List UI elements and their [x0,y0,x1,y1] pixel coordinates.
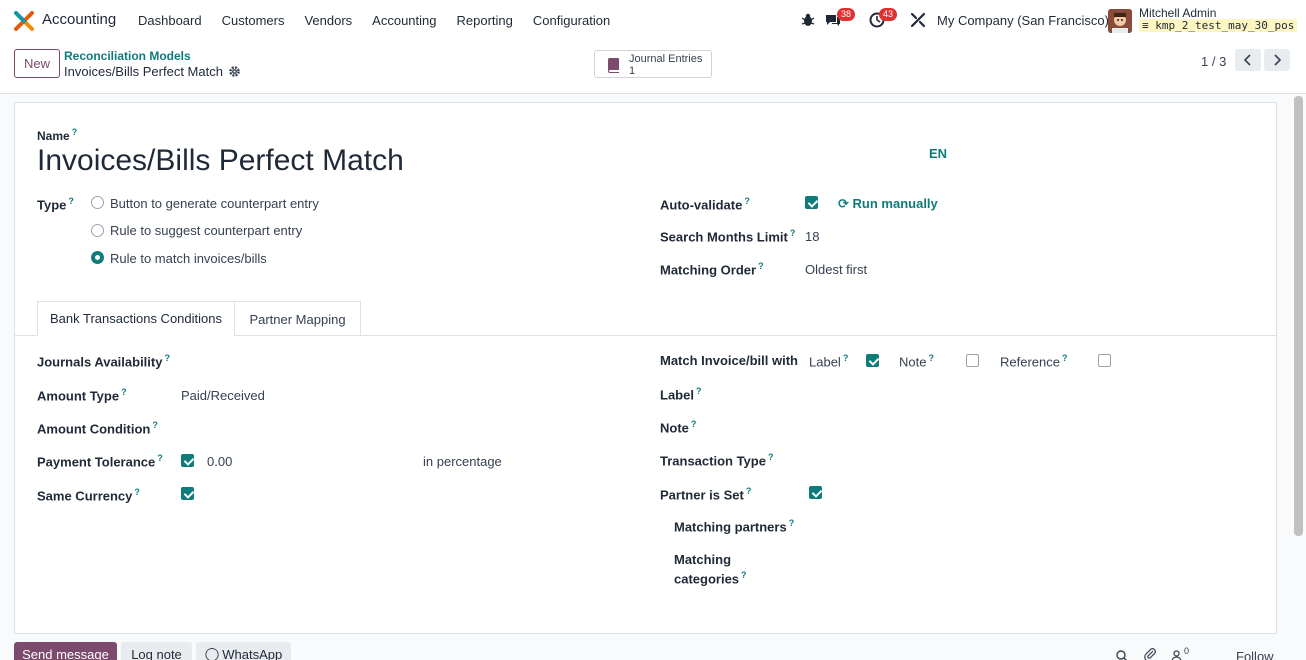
run-manually-button[interactable]: ⟳ Run manually [838,196,938,212]
match-note-option: Note? [899,353,934,370]
pager-value[interactable]: 1 / 3 [1201,54,1226,69]
breadcrumb-parent[interactable]: Reconciliation Models [64,49,191,63]
tools-icon[interactable] [910,12,926,28]
follow-button[interactable]: Follow [1236,649,1274,660]
user-avatar-icon [1108,9,1132,33]
user-name[interactable]: Mitchell Admin [1139,6,1216,20]
match-label-checkbox[interactable] [866,354,879,367]
matching-categories-label-line1: Matching [674,552,732,567]
match-reference-checkbox[interactable] [1098,354,1111,367]
type-radio-match[interactable] [91,251,104,264]
match-label-option: Label? [809,353,849,370]
smart-button-count: 1 [629,65,636,77]
book-icon [607,58,619,73]
gear-icon[interactable] [228,65,241,78]
menu-item-customers[interactable]: Customers [222,13,285,28]
database-label: kmp_2_test_may_30_pos [1155,19,1295,32]
bug-icon[interactable] [800,12,816,28]
run-manually-label: Run manually [852,196,938,211]
form-sheet [14,102,1277,634]
payment-tolerance-checkbox[interactable] [181,454,194,467]
matching-order-label: Matching Order? [660,261,764,278]
match-reference-option: Reference? [1000,353,1068,370]
partner-is-set-label: Partner is Set? [660,486,752,503]
database-name: ≡ kmp_2_test_may_30_pos [1139,19,1298,32]
payment-tolerance-input[interactable]: 0.00 [207,454,232,469]
accounting-app-icon[interactable] [14,11,34,31]
pager-next-button[interactable] [1264,49,1290,71]
whatsapp-label: WhatsApp [222,646,283,660]
whatsapp-button[interactable]: ◯ WhatsApp [196,642,291,660]
type-option-generate[interactable]: Button to generate counterpart entry [110,196,319,211]
search-icon[interactable] [1116,650,1128,660]
matching-order-select[interactable]: Oldest first [805,262,867,277]
paperclip-icon[interactable] [1144,648,1157,660]
amount-type-label: Amount Type? [37,387,127,404]
note-condition-label: Note? [660,419,697,436]
partner-is-set-checkbox[interactable] [809,486,822,499]
menu-item-accounting[interactable]: Accounting [372,13,436,28]
auto-validate-checkbox[interactable] [805,196,818,209]
payment-tolerance-unit[interactable]: in percentage [423,454,502,469]
amount-type-select[interactable]: Paid/Received [181,388,265,403]
type-radio-suggest[interactable] [91,224,104,237]
language-button[interactable]: EN [929,146,947,161]
transaction-type-label: Transaction Type? [660,452,774,469]
journal-entries-smart-button[interactable]: Journal Entries 1 [594,50,712,78]
send-message-button[interactable]: Send message [14,642,117,660]
activities-badge: 43 [879,8,898,21]
menu-item-configuration[interactable]: Configuration [533,13,610,28]
vertical-scrollbar[interactable] [1294,96,1303,536]
messages-badge: 38 [837,8,856,21]
payment-tolerance-label: Payment Tolerance? [37,453,163,470]
type-label: Type? [37,196,74,213]
menu-item-dashboard[interactable]: Dashboard [138,13,202,28]
same-currency-checkbox[interactable] [181,487,194,500]
match-invoice-with-label: Match Invoice/bill with [660,353,798,368]
followers-icon[interactable] [1171,650,1182,660]
breadcrumb-current: Invoices/Bills Perfect Match [64,64,223,79]
app-name[interactable]: Accounting [42,11,116,28]
chevron-left-icon [1243,54,1251,66]
type-option-suggest[interactable]: Rule to suggest counterpart entry [110,223,302,238]
smart-button-label: Journal Entries [629,53,703,65]
label-condition-label: Label? [660,386,702,403]
tab-partner-mapping[interactable]: Partner Mapping [234,301,361,336]
main-menu: Dashboard Customers Vendors Accounting R… [138,13,630,28]
menu-item-reporting[interactable]: Reporting [457,13,513,28]
new-button[interactable]: New [14,49,60,78]
matching-partners-label: Matching partners? [674,518,795,535]
auto-validate-label: Auto-validate? [660,196,750,213]
user-avatar[interactable] [1108,9,1132,33]
match-note-checkbox[interactable] [966,354,979,367]
matching-categories-label-line2: categories? [674,570,747,587]
database-icon: ≡ [1142,19,1149,32]
tab-bank-transactions-conditions[interactable]: Bank Transactions Conditions [37,301,235,336]
type-option-match[interactable]: Rule to match invoices/bills [110,251,267,266]
journals-availability-label: Journals Availability? [37,353,170,370]
search-months-label: Search Months Limit? [660,228,796,245]
refresh-icon: ⟳ [838,196,849,211]
amount-condition-label: Amount Condition? [37,420,158,437]
company-switcher[interactable]: My Company (San Francisco) [937,13,1109,28]
followers-count: 0 [1184,646,1190,656]
chevron-right-icon [1274,54,1282,66]
pager-previous-button[interactable] [1235,49,1261,71]
log-note-button[interactable]: Log note [121,642,192,660]
search-months-input[interactable]: 18 [805,229,819,244]
name-input[interactable]: Invoices/Bills Perfect Match [37,144,404,178]
same-currency-label: Same Currency? [37,487,140,504]
name-label: Name? [37,127,78,143]
whatsapp-icon: ◯ [204,646,220,660]
menu-item-vendors[interactable]: Vendors [304,13,352,28]
top-navbar: Accounting Dashboard Customers Vendors A… [0,0,1306,40]
type-radio-generate[interactable] [91,196,104,209]
